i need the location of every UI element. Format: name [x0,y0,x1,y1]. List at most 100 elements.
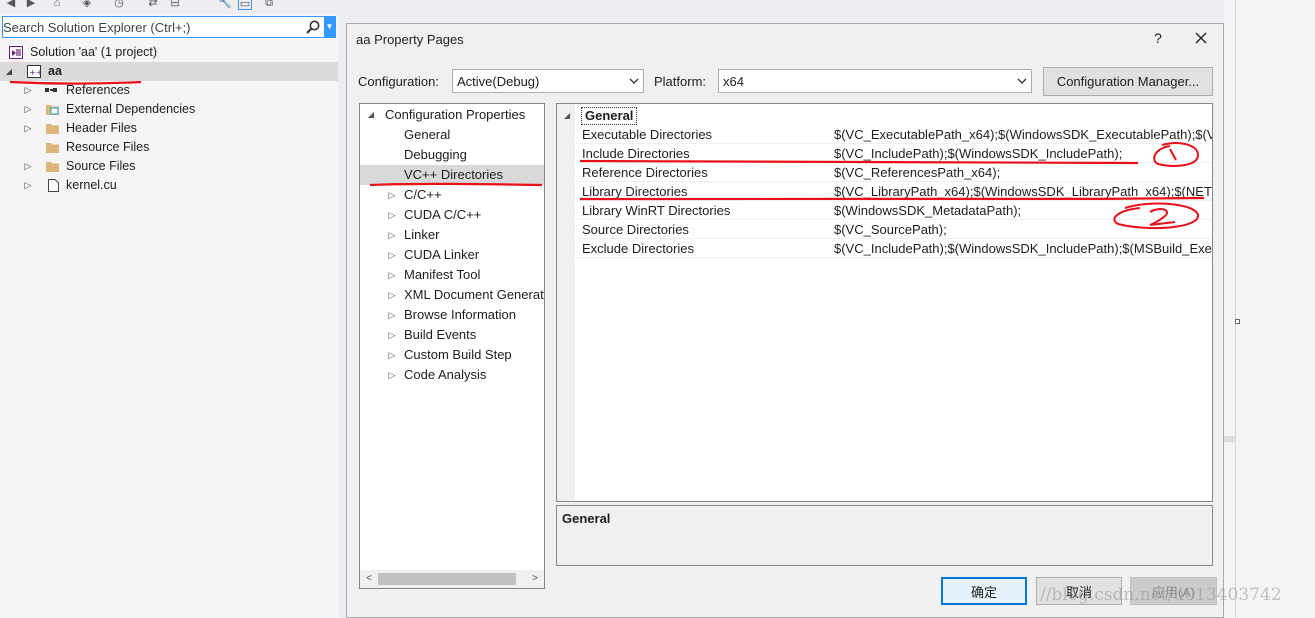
tree-item-header-files[interactable]: ▷ Header Files [0,119,338,138]
collapse-all-icon[interactable]: ⊟ [168,0,182,10]
nav-horizontal-scrollbar[interactable]: < > [360,570,544,588]
file-icon [48,179,59,192]
nav-item-custom-build-step[interactable]: ▷ Custom Build Step [360,345,544,365]
search-options-dropdown[interactable]: ▼ [324,17,335,37]
class-view-icon[interactable]: ⧉ [262,0,276,10]
tree-item-resource-files[interactable]: Resource Files [0,138,338,157]
help-button[interactable]: ? [1150,30,1166,48]
expand-arrow-icon[interactable]: ▷ [23,157,33,176]
nav-item-label: Manifest Tool [404,267,481,282]
svg-text:++: ++ [29,68,41,77]
property-name: Exclude Directories [582,241,694,256]
platform-value: x64 [723,74,744,89]
background-editor-area [1224,0,1315,618]
grid-row-library-winrt-directories[interactable]: Library WinRT Directories $(WindowsSDK_M… [557,201,1212,220]
properties-icon[interactable]: 🔧 [218,0,232,10]
description-panel: General [556,505,1213,566]
home-icon[interactable]: ⌂ [50,0,64,10]
expand-arrow-icon[interactable]: ▷ [387,305,397,325]
scroll-thumb[interactable] [378,573,516,585]
switch-views-icon[interactable]: ◈ [80,0,94,10]
collapse-arrow-icon[interactable]: ◢ [564,106,570,125]
grid-row-library-directories[interactable]: Library Directories $(VC_LibraryPath_x64… [557,182,1212,201]
collapse-arrow-icon[interactable]: ◢ [4,62,14,81]
resize-handle[interactable] [1235,319,1240,324]
nav-item-c-cpp[interactable]: ▷ C/C++ [360,185,544,205]
property-value[interactable]: $(VC_IncludePath);$(WindowsSDK_IncludePa… [834,239,1212,258]
property-value[interactable]: $(WindowsSDK_MetadataPath); [834,201,1212,220]
tree-item-source-files[interactable]: ▷ Source Files [0,157,338,176]
back-icon[interactable]: ◀ [4,0,18,10]
property-value[interactable]: $(VC_ExecutablePath_x64);$(WindowsSDK_Ex… [834,125,1212,144]
expand-arrow-icon[interactable]: ▷ [387,345,397,365]
platform-combo[interactable]: x64 [718,69,1032,93]
expand-arrow-icon[interactable]: ▷ [23,100,33,119]
expand-arrow-icon[interactable]: ▷ [23,176,33,195]
configuration-manager-button[interactable]: Configuration Manager... [1043,67,1213,96]
nav-item-label: Code Analysis [404,367,487,382]
nav-item-code-analysis[interactable]: ▷ Code Analysis [360,365,544,385]
expand-arrow-icon[interactable]: ▷ [387,185,397,205]
nav-item-cuda-linker[interactable]: ▷ CUDA Linker [360,245,544,265]
grid-category-general[interactable]: ◢ General [557,106,1212,125]
grid-row-exclude-directories[interactable]: Exclude Directories $(VC_IncludePath);$(… [557,239,1212,258]
scroll-left-icon[interactable]: < [362,572,376,586]
solution-node[interactable]: Solution 'aa' (1 project) [0,43,338,62]
expand-arrow-icon[interactable]: ▷ [387,265,397,285]
expand-arrow-icon[interactable]: ▷ [387,365,397,385]
nav-item-label: CUDA C/C++ [404,207,482,222]
nav-item-linker[interactable]: ▷ Linker [360,225,544,245]
tree-item-label: Resource Files [66,140,150,154]
nav-item-debugging[interactable]: Debugging [360,145,544,165]
expand-arrow-icon[interactable]: ▷ [387,205,397,225]
show-all-files-icon[interactable]: ▭ [238,0,252,10]
ok-button[interactable]: 确定 [941,577,1027,605]
nav-item-label: Custom Build Step [404,347,512,362]
grid-row-reference-directories[interactable]: Reference Directories $(VC_ReferencesPat… [557,163,1212,182]
panel-splitter[interactable] [338,0,346,618]
tree-item-label: Header Files [66,121,137,135]
tree-item-references[interactable]: ▷ References [0,81,338,100]
solution-explorer-toolbar: ◀ ▶ ⌂ ◈ ◷ ⇄ ⊟ 🔧 ▭ ⧉ [0,0,338,14]
nav-item-vcpp-directories[interactable]: VC++ Directories [360,165,544,185]
category-label: General [581,107,638,125]
tree-item-label: External Dependencies [66,102,196,116]
nav-item-xml-document-generator[interactable]: ▷ XML Document Generat [360,285,544,305]
project-node-aa[interactable]: ◢ ++ aa [0,62,338,81]
expand-arrow-icon[interactable]: ▷ [23,81,33,100]
scroll-right-icon[interactable]: > [528,572,542,586]
expand-arrow-icon[interactable]: ▷ [387,225,397,245]
expand-arrow-icon[interactable]: ▷ [387,285,397,305]
solution-search-input[interactable] [3,17,303,37]
sync-icon[interactable]: ⇄ [146,0,160,10]
grid-row-executable-directories[interactable]: Executable Directories $(VC_ExecutablePa… [557,125,1212,144]
solution-explorer-panel: ◀ ▶ ⌂ ◈ ◷ ⇄ ⊟ 🔧 ▭ ⧉ ▼ Solution 'aa' (1 p… [0,0,338,618]
solution-search-box[interactable]: ▼ [2,16,336,38]
tree-item-kernel-cu[interactable]: ▷ kernel.cu [0,176,338,195]
tree-item-external-dependencies[interactable]: ▷ External Dependencies [0,100,338,119]
nav-item-browse-information[interactable]: ▷ Browse Information [360,305,544,325]
nav-item-general[interactable]: General [360,125,544,145]
close-icon[interactable] [1191,28,1211,48]
solution-icon [9,46,23,59]
pending-changes-icon[interactable]: ◷ [112,0,126,10]
expand-arrow-icon[interactable]: ▷ [387,325,397,345]
tree-item-label: Source Files [66,159,136,173]
nav-item-manifest-tool[interactable]: ▷ Manifest Tool [360,265,544,285]
configuration-combo[interactable]: Active(Debug) [452,69,644,93]
property-value[interactable]: $(VC_IncludePath);$(WindowsSDK_IncludePa… [834,144,1212,163]
grid-row-include-directories[interactable]: Include Directories $(VC_IncludePath);$(… [557,144,1212,163]
property-value[interactable]: $(VC_ReferencesPath_x64); [834,163,1212,182]
nav-item-cuda-c-cpp[interactable]: ▷ CUDA C/C++ [360,205,544,225]
expand-arrow-icon[interactable]: ▷ [23,119,33,138]
collapse-arrow-icon[interactable]: ◢ [366,105,376,125]
search-icon[interactable] [305,19,321,35]
nav-item-build-events[interactable]: ▷ Build Events [360,325,544,345]
grid-row-source-directories[interactable]: Source Directories $(VC_SourcePath); [557,220,1212,239]
property-value[interactable]: $(VC_LibraryPath_x64);$(WindowsSDK_Libra… [834,182,1212,201]
property-nav-tree: ◢ Configuration Properties General Debug… [359,103,545,589]
forward-icon[interactable]: ▶ [24,0,38,10]
property-value[interactable]: $(VC_SourcePath); [834,220,1212,239]
expand-arrow-icon[interactable]: ▷ [387,245,397,265]
nav-root-configuration-properties[interactable]: ◢ Configuration Properties [360,105,544,125]
